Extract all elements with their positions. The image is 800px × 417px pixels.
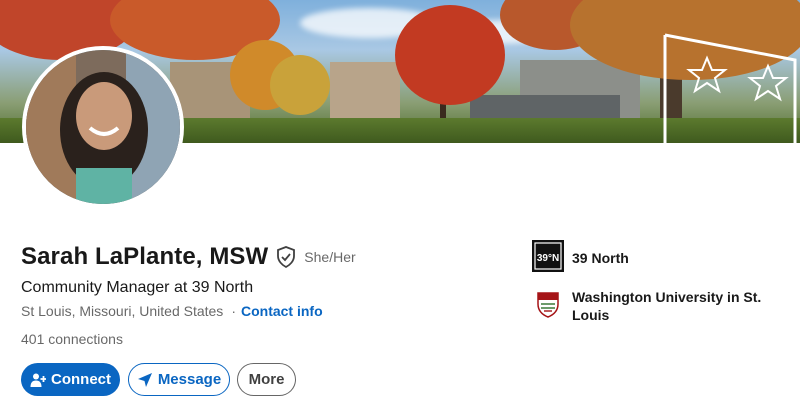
separator-dot: · [231, 303, 236, 319]
add-person-icon [30, 373, 46, 387]
org-item-washington-university[interactable]: Washington University in St. Louis [532, 288, 772, 324]
connections-count[interactable]: 401 connections [21, 331, 123, 347]
39-north-logo-icon: 39°N [532, 240, 564, 272]
org-item-39-north[interactable]: 39°N 39 North [532, 240, 772, 272]
org-name-39-north: 39 North [572, 250, 629, 266]
name-row: Sarah LaPlante, MSW She/Her [21, 243, 356, 271]
more-button[interactable]: More [237, 363, 296, 396]
banner-stars-graphic [663, 33, 797, 143]
verified-shield-icon[interactable] [276, 246, 296, 268]
39-north-logo-text: 39°N [537, 253, 559, 264]
connect-button[interactable]: Connect [21, 363, 120, 396]
org-name-washington-university: Washington University in St. Louis [572, 289, 762, 323]
location-text: St Louis, Missouri, United States [21, 303, 224, 319]
contact-info-link[interactable]: Contact info [241, 303, 323, 319]
location-row: St Louis, Missouri, United States · Cont… [21, 303, 323, 319]
profile-headline: Community Manager at 39 North [21, 279, 254, 296]
profile-name: Sarah LaPlante, MSW [21, 243, 269, 270]
message-label: Message [157, 371, 222, 388]
message-button[interactable]: Message [128, 363, 230, 396]
send-icon [137, 372, 152, 387]
more-label: More [248, 371, 285, 388]
profile-avatar[interactable] [22, 46, 184, 208]
connect-label: Connect [51, 371, 111, 388]
avatar-photo [26, 50, 180, 204]
pronouns: She/Her [304, 249, 356, 265]
washu-shield-logo-icon [532, 288, 564, 320]
